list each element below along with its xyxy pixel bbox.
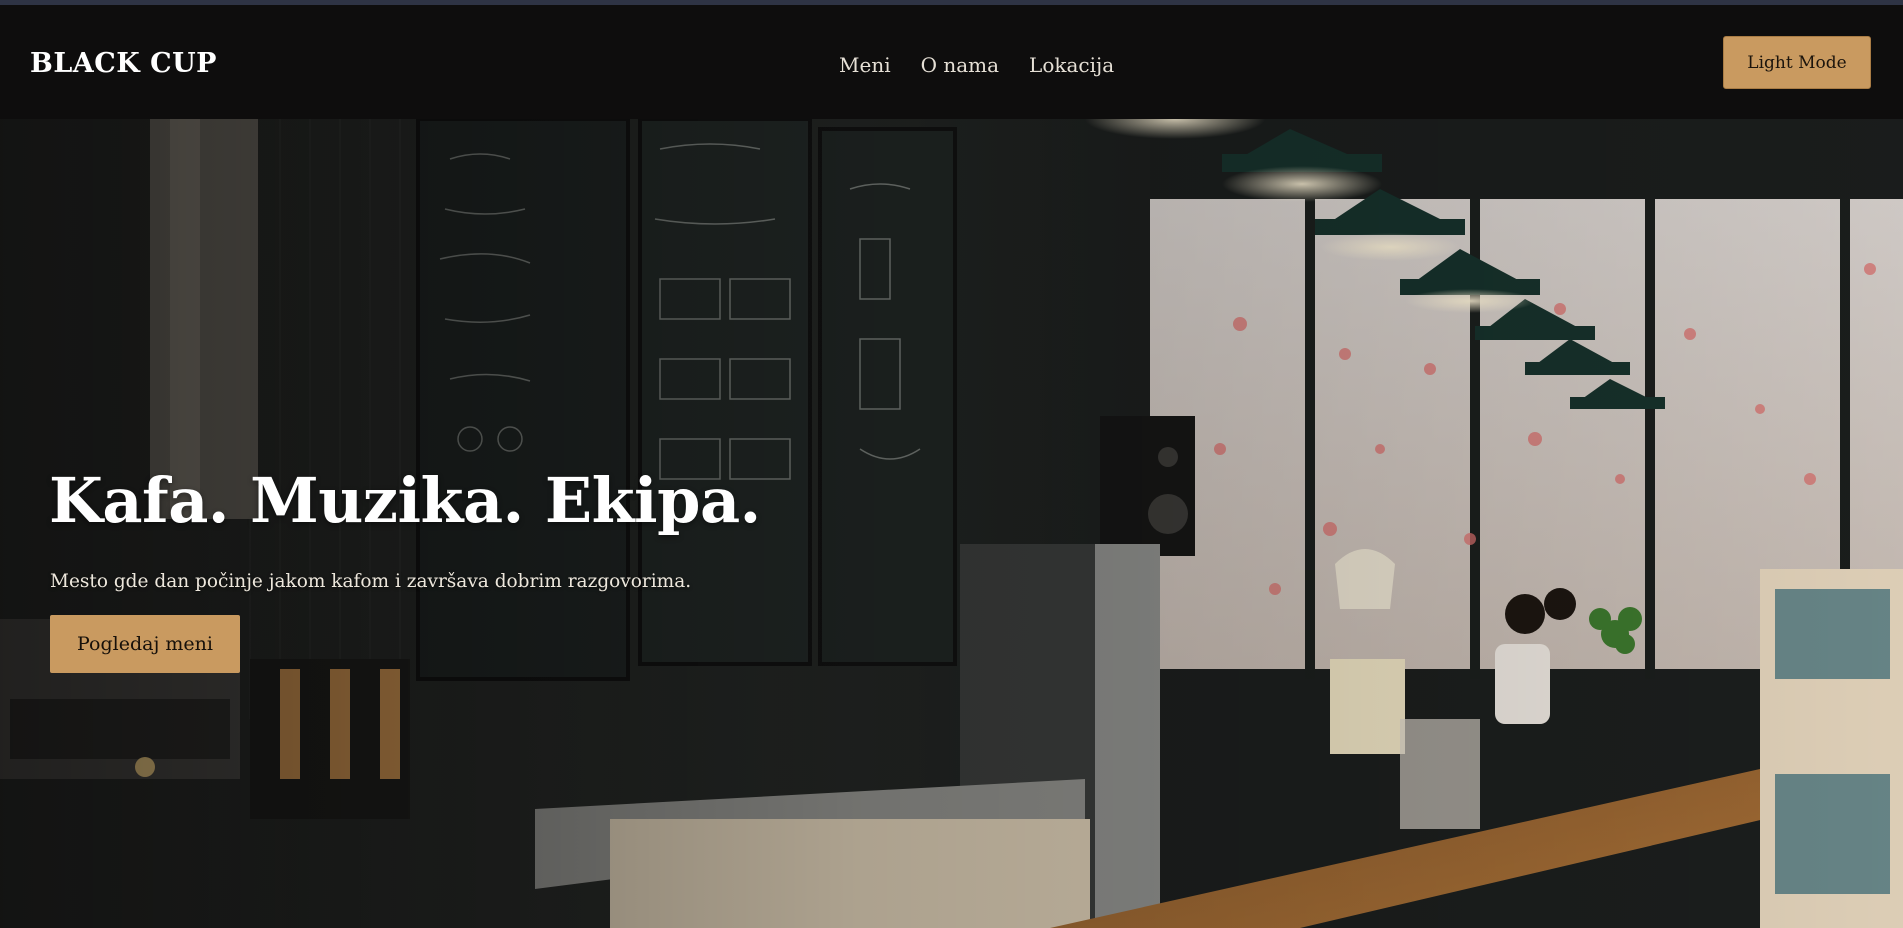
hero-subtitle: Mesto gde dan počinje jakom kafom i zavr…	[50, 571, 692, 592]
light-mode-button[interactable]: Light Mode	[1723, 36, 1871, 89]
navbar: BLACK CUP Meni O nama Lokacija Light Mod…	[0, 5, 1903, 119]
nav-link-o-nama[interactable]: O nama	[921, 53, 999, 77]
nav-link-lokacija[interactable]: Lokacija	[1029, 53, 1114, 77]
main-nav: Meni O nama Lokacija	[839, 53, 1114, 77]
brand-logo[interactable]: BLACK CUP	[30, 48, 217, 79]
hero-section: Kafa. Muzika. Ekipa. Mesto gde dan počin…	[0, 119, 1903, 928]
nav-link-meni[interactable]: Meni	[839, 53, 891, 77]
view-menu-button[interactable]: Pogledaj meni	[50, 615, 240, 673]
hero-title: Kafa. Muzika. Ekipa.	[49, 464, 761, 537]
